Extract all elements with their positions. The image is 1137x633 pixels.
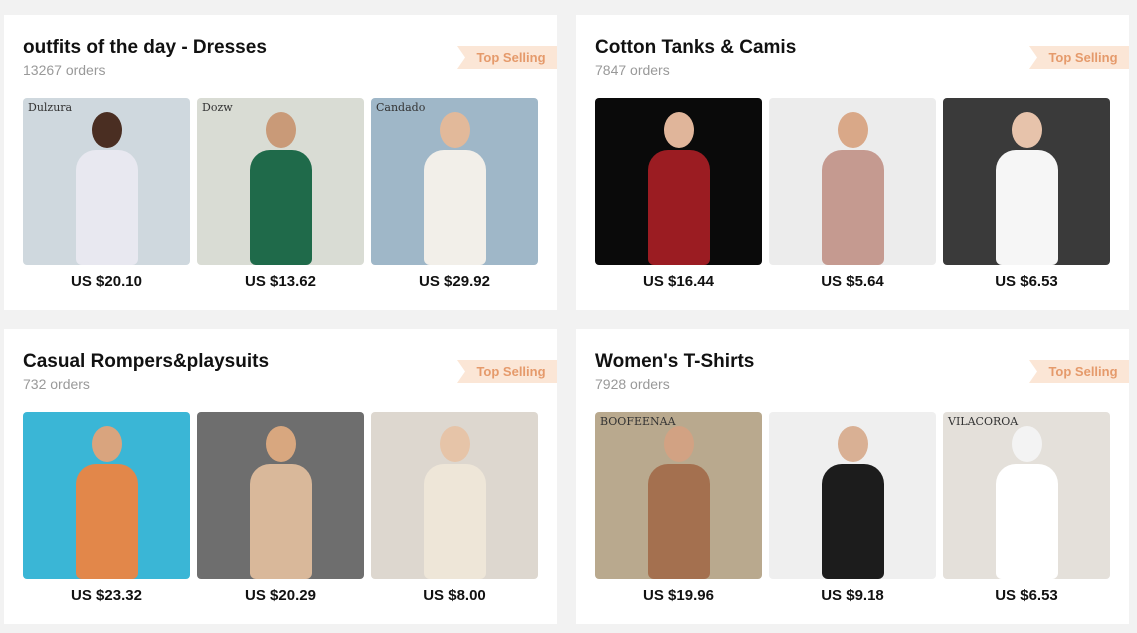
garment-shape bbox=[821, 464, 884, 579]
product-item[interactable]: US $9.18 bbox=[769, 412, 936, 605]
product-list: US $23.32 US $20.29 US $8.00 bbox=[23, 412, 538, 605]
garment-shape bbox=[995, 464, 1058, 579]
product-price: US $9.18 bbox=[821, 587, 884, 604]
product-item[interactable]: BOOFEENAA US $19.96 bbox=[595, 412, 762, 605]
model-head-shape bbox=[837, 112, 868, 148]
garment-shape bbox=[249, 150, 312, 265]
card-title[interactable]: Casual Rompers&playsuits bbox=[23, 351, 269, 373]
product-price: US $13.62 bbox=[245, 273, 316, 290]
product-image[interactable] bbox=[197, 412, 364, 579]
product-item[interactable]: US $8.00 bbox=[371, 412, 538, 605]
product-item[interactable]: US $5.64 bbox=[769, 98, 936, 291]
garment-shape bbox=[423, 150, 486, 265]
product-price: US $20.29 bbox=[245, 587, 316, 604]
top-selling-badge: Top Selling bbox=[1029, 360, 1129, 383]
brand-watermark: BOOFEENAA bbox=[600, 415, 676, 428]
category-card-t-shirts[interactable]: Women's T-Shirts 7928 orders Top Selling… bbox=[576, 329, 1129, 624]
product-price: US $23.32 bbox=[71, 587, 142, 604]
product-item[interactable]: Dozw US $13.62 bbox=[197, 98, 364, 291]
product-price: US $6.53 bbox=[995, 587, 1058, 604]
orders-count: 7847 orders bbox=[595, 62, 670, 78]
card-title[interactable]: Women's T-Shirts bbox=[595, 351, 754, 373]
model-head-shape bbox=[1011, 112, 1042, 148]
orders-count: 732 orders bbox=[23, 376, 90, 392]
category-card-tanks-camis[interactable]: Cotton Tanks & Camis 7847 orders Top Sel… bbox=[576, 15, 1129, 310]
model-head-shape bbox=[91, 426, 122, 462]
product-price: US $16.44 bbox=[643, 273, 714, 290]
garment-shape bbox=[423, 464, 486, 579]
product-price: US $19.96 bbox=[643, 587, 714, 604]
product-image[interactable]: BOOFEENAA bbox=[595, 412, 762, 579]
product-item[interactable]: US $23.32 bbox=[23, 412, 190, 605]
garment-shape bbox=[249, 464, 312, 579]
garment-shape bbox=[75, 150, 138, 265]
model-head-shape bbox=[663, 112, 694, 148]
orders-count: 7928 orders bbox=[595, 376, 670, 392]
top-selling-badge: Top Selling bbox=[1029, 46, 1129, 69]
card-title[interactable]: outfits of the day - Dresses bbox=[23, 37, 267, 59]
product-image[interactable] bbox=[769, 412, 936, 579]
garment-shape bbox=[647, 150, 710, 265]
brand-watermark: Dulzura bbox=[28, 101, 73, 114]
product-image[interactable]: Dozw bbox=[197, 98, 364, 265]
card-title[interactable]: Cotton Tanks & Camis bbox=[595, 37, 796, 59]
product-list: BOOFEENAA US $19.96 US $9.18 VILACOROA US $6… bbox=[595, 412, 1110, 605]
model-head-shape bbox=[265, 426, 296, 462]
garment-shape bbox=[821, 150, 884, 265]
garment-shape bbox=[647, 464, 710, 579]
product-price: US $20.10 bbox=[71, 273, 142, 290]
model-head-shape bbox=[265, 112, 296, 148]
category-card-dresses[interactable]: outfits of the day - Dresses 13267 order… bbox=[4, 15, 557, 310]
garment-shape bbox=[75, 464, 138, 579]
product-image[interactable] bbox=[769, 98, 936, 265]
product-price: US $29.92 bbox=[419, 273, 490, 290]
product-item[interactable]: Candado US $29.92 bbox=[371, 98, 538, 291]
product-image[interactable] bbox=[943, 98, 1110, 265]
model-head-shape bbox=[663, 426, 694, 462]
product-image[interactable] bbox=[371, 412, 538, 579]
model-head-shape bbox=[1011, 426, 1042, 462]
product-item[interactable]: Dulzura US $20.10 bbox=[23, 98, 190, 291]
product-item[interactable]: US $16.44 bbox=[595, 98, 762, 291]
model-head-shape bbox=[91, 112, 122, 148]
product-image[interactable] bbox=[595, 98, 762, 265]
model-head-shape bbox=[837, 426, 868, 462]
orders-count: 13267 orders bbox=[23, 62, 106, 78]
product-image[interactable] bbox=[23, 412, 190, 579]
top-selling-badge: Top Selling bbox=[457, 360, 557, 383]
brand-watermark: VILACOROA bbox=[948, 415, 1019, 428]
category-card-rompers[interactable]: Casual Rompers&playsuits 732 orders Top … bbox=[4, 329, 557, 624]
product-list: US $16.44 US $5.64 US $6.53 bbox=[595, 98, 1110, 291]
product-item[interactable]: US $20.29 bbox=[197, 412, 364, 605]
product-image[interactable]: Candado bbox=[371, 98, 538, 265]
top-selling-badge: Top Selling bbox=[457, 46, 557, 69]
product-image[interactable]: Dulzura bbox=[23, 98, 190, 265]
garment-shape bbox=[995, 150, 1058, 265]
product-price: US $5.64 bbox=[821, 273, 884, 290]
product-price: US $8.00 bbox=[423, 587, 486, 604]
product-item[interactable]: US $6.53 bbox=[943, 98, 1110, 291]
model-head-shape bbox=[439, 426, 470, 462]
product-list: Dulzura US $20.10 Dozw US $13.62 Candado US $… bbox=[23, 98, 538, 291]
product-price: US $6.53 bbox=[995, 273, 1058, 290]
product-item[interactable]: VILACOROA US $6.53 bbox=[943, 412, 1110, 605]
brand-watermark: Candado bbox=[376, 101, 426, 114]
brand-watermark: Dozw bbox=[202, 101, 233, 114]
model-head-shape bbox=[439, 112, 470, 148]
product-image[interactable]: VILACOROA bbox=[943, 412, 1110, 579]
